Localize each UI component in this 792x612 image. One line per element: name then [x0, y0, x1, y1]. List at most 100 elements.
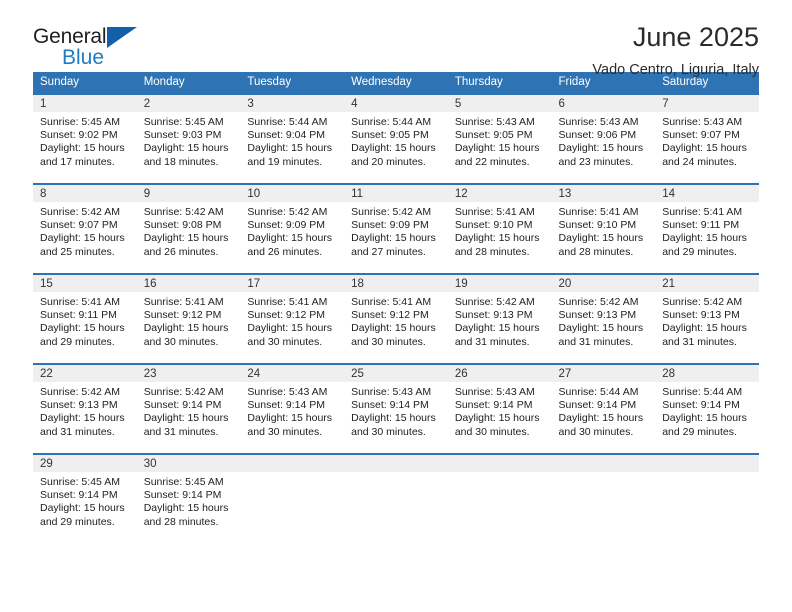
- calendar-cell[interactable]: 7 Sunrise: 5:43 AM Sunset: 9:07 PM Daylight…: [655, 93, 759, 184]
- daylight-text-line1: Daylight: 15 hours: [351, 232, 436, 245]
- day-cell[interactable]: 28 Sunrise: 5:44 AM Sunset: 9:14 PM Dayligh…: [655, 365, 759, 453]
- day-cell[interactable]: 14 Sunrise: 5:41 AM Sunset: 9:11 PM Dayligh…: [655, 185, 759, 273]
- calendar-cell[interactable]: 3 Sunrise: 5:44 AM Sunset: 9:04 PM Daylight…: [240, 93, 345, 184]
- sunset-text: Sunset: 9:05 PM: [454, 129, 533, 142]
- day-cell[interactable]: 16 Sunrise: 5:41 AM Sunset: 9:12 PM Dayligh…: [136, 275, 241, 363]
- daylight-text-line2: and 26 minutes.: [143, 245, 219, 258]
- day-cell[interactable]: 29 Sunrise: 5:45 AM Sunset: 9:14 PM Dayligh…: [33, 455, 137, 543]
- day-number: 29: [33, 455, 137, 472]
- day-number: 3: [240, 95, 345, 112]
- calendar-cell[interactable]: 18 Sunrise: 5:41 AM Sunset: 9:12 PM Dayligh…: [344, 273, 448, 364]
- sunset-text: Sunset: 9:10 PM: [558, 219, 637, 232]
- calendar-cell[interactable]: 4 Sunrise: 5:44 AM Sunset: 9:05 PM Daylight…: [344, 93, 448, 184]
- day-cell[interactable]: 15 Sunrise: 5:41 AM Sunset: 9:11 PM Dayligh…: [33, 275, 137, 363]
- day-number: 27: [551, 365, 656, 382]
- sunrise-text: Sunrise: 5:42 AM: [454, 296, 535, 308]
- calendar-cell[interactable]: [344, 453, 448, 544]
- day-number: 10: [240, 185, 345, 202]
- calendar-cell[interactable]: 13 Sunrise: 5:41 AM Sunset: 9:10 PM Dayligh…: [551, 183, 656, 274]
- page-title: June 2025: [632, 22, 759, 52]
- title-block: June 2025 Vado Centro, Liguria, Italy: [592, 22, 759, 78]
- calendar-cell[interactable]: 17 Sunrise: 5:41 AM Sunset: 9:12 PM Dayligh…: [240, 273, 345, 364]
- daylight-text-line1: Daylight: 15 hours: [454, 412, 540, 425]
- calendar-cell[interactable]: 1 Sunrise: 5:45 AM Sunset: 9:02 PM Daylight…: [33, 93, 137, 184]
- calendar-cell[interactable]: 10 Sunrise: 5:42 AM Sunset: 9:09 PM Dayligh…: [240, 183, 345, 274]
- calendar-cell[interactable]: 12 Sunrise: 5:41 AM Sunset: 9:10 PM Dayligh…: [447, 183, 552, 274]
- calendar-cell[interactable]: 20 Sunrise: 5:42 AM Sunset: 9:13 PM Dayligh…: [551, 273, 656, 364]
- sunset-text: Sunset: 9:09 PM: [247, 219, 326, 232]
- calendar-cell[interactable]: 14 Sunrise: 5:41 AM Sunset: 9:11 PM Dayligh…: [655, 183, 759, 274]
- calendar-cell[interactable]: [240, 453, 345, 544]
- day-cell[interactable]: 20 Sunrise: 5:42 AM Sunset: 9:13 PM Dayligh…: [551, 275, 656, 363]
- day-cell[interactable]: 23 Sunrise: 5:42 AM Sunset: 9:14 PM Dayligh…: [136, 365, 241, 453]
- day-cell[interactable]: 21 Sunrise: 5:42 AM Sunset: 9:13 PM Dayligh…: [655, 275, 759, 363]
- calendar-cell[interactable]: [447, 453, 552, 544]
- calendar-cell[interactable]: 11 Sunrise: 5:42 AM Sunset: 9:09 PM Dayligh…: [344, 183, 448, 274]
- day-info: Sunrise: 5:42 AM Sunset: 9:08 PM Daylight:…: [137, 202, 241, 259]
- calendar-cell[interactable]: 30 Sunrise: 5:45 AM Sunset: 9:14 PM Dayligh…: [136, 453, 241, 544]
- day-cell[interactable]: 19 Sunrise: 5:42 AM Sunset: 9:13 PM Dayligh…: [447, 275, 552, 363]
- sunrise-text: Sunrise: 5:43 AM: [351, 386, 432, 398]
- day-cell[interactable]: 7 Sunrise: 5:43 AM Sunset: 9:07 PM Daylight…: [655, 95, 759, 183]
- calendar-cell[interactable]: 26 Sunrise: 5:43 AM Sunset: 9:14 PM Dayligh…: [447, 363, 552, 454]
- day-cell[interactable]: 18 Sunrise: 5:41 AM Sunset: 9:12 PM Dayligh…: [344, 275, 448, 363]
- calendar-cell[interactable]: 23 Sunrise: 5:42 AM Sunset: 9:14 PM Dayligh…: [136, 363, 241, 454]
- sunset-text: Sunset: 9:14 PM: [351, 399, 429, 412]
- calendar-cell[interactable]: 9 Sunrise: 5:42 AM Sunset: 9:08 PM Daylight…: [136, 183, 241, 274]
- day-info: Sunrise: 5:44 AM Sunset: 9:05 PM Daylight:…: [344, 112, 448, 169]
- day-cell[interactable]: 1 Sunrise: 5:45 AM Sunset: 9:02 PM Daylight…: [33, 95, 137, 183]
- day-info: Sunrise: 5:41 AM Sunset: 9:11 PM Daylight:…: [655, 202, 759, 259]
- day-cell[interactable]: 26 Sunrise: 5:43 AM Sunset: 9:14 PM Dayligh…: [447, 365, 552, 453]
- sunset-text: Sunset: 9:04 PM: [247, 129, 326, 142]
- day-cell[interactable]: 3 Sunrise: 5:44 AM Sunset: 9:04 PM Daylight…: [240, 95, 345, 183]
- sunrise-text: Sunrise: 5:42 AM: [247, 206, 328, 218]
- calendar-cell[interactable]: 25 Sunrise: 5:43 AM Sunset: 9:14 PM Dayligh…: [344, 363, 448, 454]
- sunset-text: Sunset: 9:13 PM: [40, 399, 118, 412]
- day-cell[interactable]: 2 Sunrise: 5:45 AM Sunset: 9:03 PM Daylight…: [136, 95, 241, 183]
- daylight-text-line2: and 30 minutes.: [143, 335, 219, 348]
- calendar-cell[interactable]: 19 Sunrise: 5:42 AM Sunset: 9:13 PM Dayligh…: [447, 273, 552, 364]
- calendar-cell[interactable]: 22 Sunrise: 5:42 AM Sunset: 9:13 PM Dayligh…: [33, 363, 137, 454]
- sunrise-text: Sunrise: 5:41 AM: [351, 296, 432, 308]
- day-cell[interactable]: 9 Sunrise: 5:42 AM Sunset: 9:08 PM Daylight…: [136, 185, 241, 273]
- calendar-cell[interactable]: 27 Sunrise: 5:44 AM Sunset: 9:14 PM Dayligh…: [551, 363, 656, 454]
- day-cell[interactable]: 4 Sunrise: 5:44 AM Sunset: 9:05 PM Daylight…: [344, 95, 448, 183]
- calendar-cell[interactable]: 15 Sunrise: 5:41 AM Sunset: 9:11 PM Dayligh…: [33, 273, 137, 364]
- day-info: Sunrise: 5:43 AM Sunset: 9:05 PM Daylight:…: [448, 112, 552, 169]
- day-cell[interactable]: 30 Sunrise: 5:45 AM Sunset: 9:14 PM Dayligh…: [136, 455, 241, 543]
- calendar-cell[interactable]: 24 Sunrise: 5:43 AM Sunset: 9:14 PM Dayligh…: [240, 363, 345, 454]
- day-cell[interactable]: 12 Sunrise: 5:41 AM Sunset: 9:10 PM Dayligh…: [447, 185, 552, 273]
- daylight-text-line2: and 29 minutes.: [40, 515, 115, 528]
- calendar-cell[interactable]: 21 Sunrise: 5:42 AM Sunset: 9:13 PM Dayligh…: [655, 273, 759, 364]
- day-cell[interactable]: 8 Sunrise: 5:42 AM Sunset: 9:07 PM Daylight…: [33, 185, 137, 273]
- sunset-text: Sunset: 9:09 PM: [351, 219, 429, 232]
- calendar-cell[interactable]: [655, 453, 759, 544]
- sunrise-text: Sunrise: 5:42 AM: [662, 296, 743, 308]
- calendar-cell[interactable]: 16 Sunrise: 5:41 AM Sunset: 9:12 PM Dayligh…: [136, 273, 241, 364]
- day-cell[interactable]: 11 Sunrise: 5:42 AM Sunset: 9:09 PM Dayligh…: [344, 185, 448, 273]
- sunrise-text: Sunrise: 5:43 AM: [454, 116, 535, 128]
- day-cell[interactable]: 25 Sunrise: 5:43 AM Sunset: 9:14 PM Dayligh…: [344, 365, 448, 453]
- day-cell[interactable]: 13 Sunrise: 5:41 AM Sunset: 9:10 PM Dayligh…: [551, 185, 656, 273]
- sunset-text: Sunset: 9:08 PM: [143, 219, 222, 232]
- calendar-cell[interactable]: 28 Sunrise: 5:44 AM Sunset: 9:14 PM Dayligh…: [655, 363, 759, 454]
- day-cell[interactable]: 6 Sunrise: 5:43 AM Sunset: 9:06 PM Daylight…: [551, 95, 656, 183]
- day-cell[interactable]: 27 Sunrise: 5:44 AM Sunset: 9:14 PM Dayligh…: [551, 365, 656, 453]
- calendar-cell[interactable]: 5 Sunrise: 5:43 AM Sunset: 9:05 PM Daylight…: [447, 93, 552, 184]
- day-cell[interactable]: 5 Sunrise: 5:43 AM Sunset: 9:05 PM Daylight…: [447, 95, 552, 183]
- calendar-cell[interactable]: 8 Sunrise: 5:42 AM Sunset: 9:07 PM Daylight…: [33, 183, 137, 274]
- daylight-text-line2: and 19 minutes.: [247, 155, 323, 168]
- calendar-table: Sunday Monday Tuesday Wednesday Thursday…: [33, 72, 759, 544]
- day-cell[interactable]: 24 Sunrise: 5:43 AM Sunset: 9:14 PM Dayligh…: [240, 365, 345, 453]
- day-cell[interactable]: 22 Sunrise: 5:42 AM Sunset: 9:13 PM Dayligh…: [33, 365, 137, 453]
- sunrise-text: Sunrise: 5:43 AM: [662, 116, 743, 128]
- day-cell[interactable]: 17 Sunrise: 5:41 AM Sunset: 9:12 PM Dayligh…: [240, 275, 345, 363]
- day-cell[interactable]: 10 Sunrise: 5:42 AM Sunset: 9:09 PM Dayligh…: [240, 185, 345, 273]
- calendar-cell[interactable]: [551, 453, 656, 544]
- calendar-cell[interactable]: 6 Sunrise: 5:43 AM Sunset: 9:06 PM Daylight…: [551, 93, 656, 184]
- logo[interactable]: General Blue: [33, 26, 213, 76]
- sunrise-text: Sunrise: 5:43 AM: [558, 116, 639, 128]
- calendar-cell[interactable]: 2 Sunrise: 5:45 AM Sunset: 9:03 PM Daylight…: [136, 93, 241, 184]
- calendar-cell[interactable]: 29 Sunrise: 5:45 AM Sunset: 9:14 PM Dayligh…: [33, 453, 137, 544]
- day-cell-empty: [240, 455, 345, 543]
